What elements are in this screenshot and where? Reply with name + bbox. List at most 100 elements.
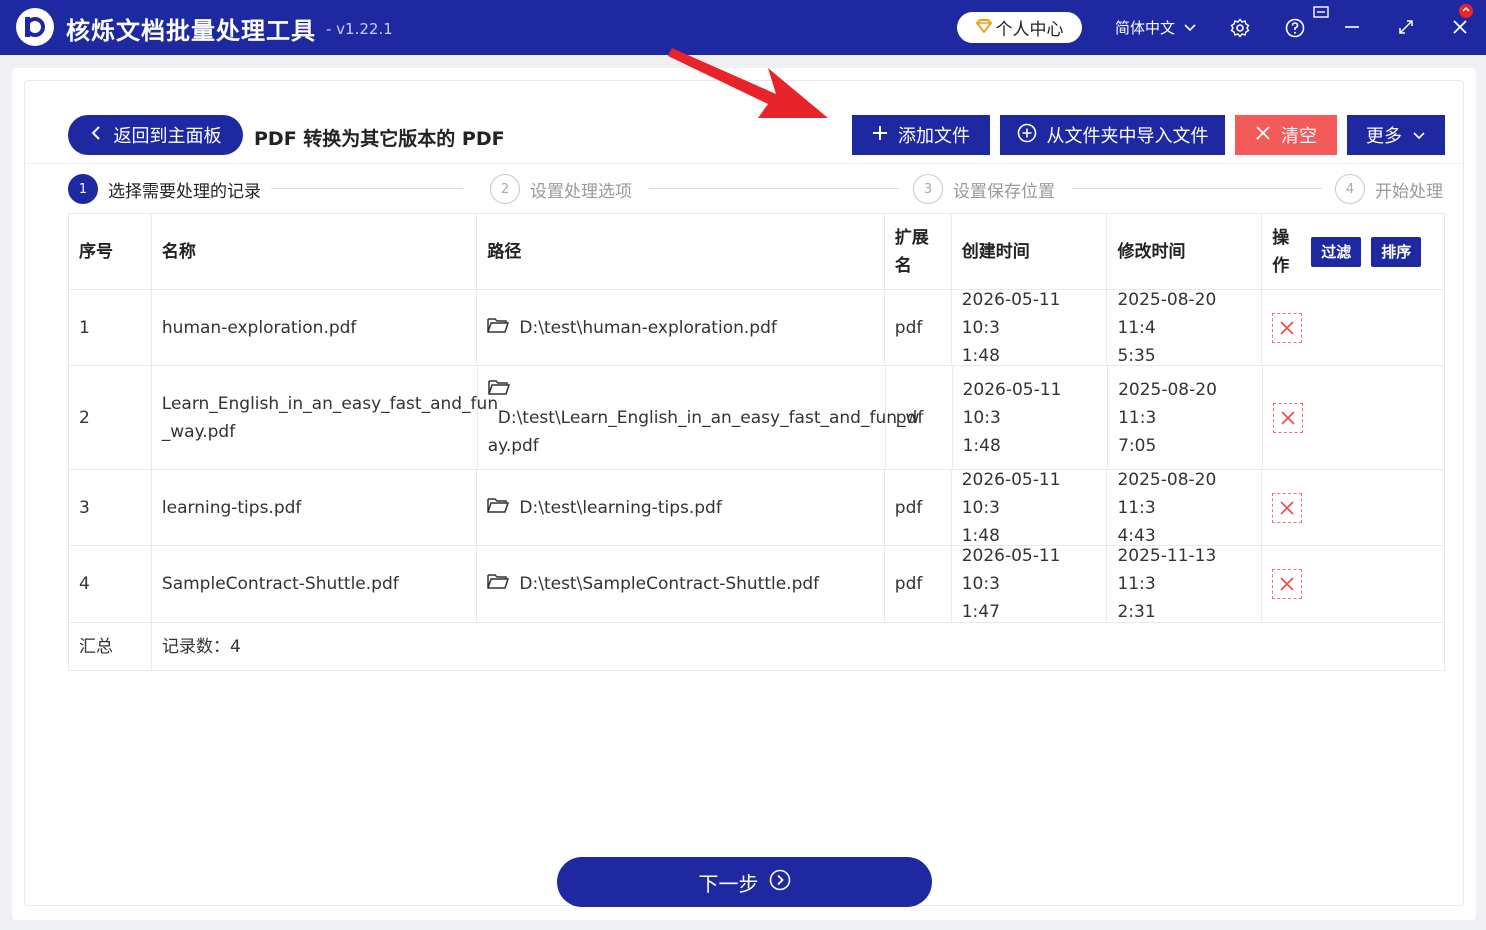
sort-button[interactable]: 排序 — [1371, 236, 1422, 267]
modified-time-line2: 7:05 — [1118, 435, 1157, 456]
message-icon[interactable] — [1313, 6, 1329, 20]
notification-badge — [1458, 3, 1474, 19]
row-name-line1: Learn_English_in_an_easy_fast_and_fun — [161, 393, 499, 414]
chevron-down-icon — [1412, 125, 1426, 146]
step-connector — [271, 188, 463, 189]
row-index: 4 — [69, 546, 152, 622]
arrow-circle-right-icon — [769, 869, 791, 896]
summary-count: 记录数：4 — [162, 636, 241, 657]
help-icon[interactable] — [1285, 18, 1305, 38]
row-path-text: D:\test\human-exploration.pdf — [519, 317, 777, 338]
header-operation: 操 作 过滤 排序 — [1262, 214, 1444, 289]
folder-icon[interactable] — [487, 494, 510, 522]
row-path-line2: ay.pdf — [487, 435, 539, 456]
add-file-label: 添加文件 — [898, 126, 970, 147]
row-extension: pdf — [885, 470, 952, 545]
back-to-main-button[interactable]: 返回到主面板 — [68, 115, 243, 155]
step-label: 设置处理选项 — [530, 181, 632, 202]
delete-icon[interactable] — [1272, 402, 1303, 433]
row-operation — [1262, 290, 1444, 365]
header-modified-time: 修改时间 — [1107, 214, 1263, 289]
table-row[interactable]: 4 SampleContract-Shuttle.pdf D:\test\Sam… — [69, 546, 1444, 623]
folder-icon[interactable] — [487, 314, 510, 342]
header-name: 名称 — [151, 214, 478, 289]
add-file-button[interactable]: 添加文件 — [852, 115, 990, 155]
minimize-icon[interactable] — [1343, 18, 1361, 36]
delete-icon[interactable] — [1272, 569, 1303, 599]
gear-icon[interactable] — [1230, 18, 1250, 38]
row-created-time: 2026-05-11 10:3 1:48 — [952, 470, 1108, 546]
header-op-label: 操 作 — [1272, 224, 1289, 280]
language-label: 简体中文 — [1115, 19, 1176, 37]
folder-icon[interactable] — [488, 376, 510, 404]
row-modified-time: 2025-08-20 11:4 5:35 — [1107, 290, 1263, 366]
back-label: 返回到主面板 — [113, 126, 222, 147]
next-step-button[interactable]: 下一步 — [557, 857, 932, 907]
row-modified-time: 2025-11-13 11:3 2:31 — [1107, 546, 1263, 622]
delete-icon[interactable] — [1272, 312, 1303, 343]
page-title: PDF 转换为其它版本的 PDF — [254, 128, 505, 150]
import-folder-button[interactable]: 从文件夹中导入文件 — [1000, 115, 1225, 155]
step-2: 2 设置处理选项 — [490, 174, 632, 204]
more-label: 更多 — [1366, 126, 1402, 147]
header-extension: 扩展 名 — [884, 214, 952, 289]
file-table: 序号 名称 路径 扩展 名 创建时间 修改时间 操 作 过滤 排序 1 huma… — [68, 213, 1445, 671]
step-label: 开始处理 — [1375, 181, 1443, 202]
delete-icon[interactable] — [1272, 492, 1303, 523]
plus-circle-icon — [1017, 123, 1037, 148]
table-row[interactable]: 1 human-exploration.pdf D:\test\human-ex… — [69, 290, 1444, 366]
row-index: 3 — [69, 470, 152, 545]
row-operation — [1263, 366, 1444, 469]
table-row[interactable]: 3 learning-tips.pdf D:\test\learning-tip… — [69, 470, 1444, 546]
next-step-label: 下一步 — [698, 871, 759, 896]
row-path-text: D:\test\learning-tips.pdf — [519, 497, 722, 518]
app-title: 核烁文档批量处理工具 — [66, 17, 316, 45]
step-number: 1 — [68, 174, 98, 204]
maximize-icon[interactable] — [1397, 18, 1415, 36]
user-center-label: 个人中心 — [995, 20, 1064, 40]
toolbar-divider — [25, 163, 1465, 164]
user-center-button[interactable]: 个人中心 — [957, 12, 1082, 43]
folder-icon[interactable] — [487, 570, 510, 598]
step-connector — [1072, 188, 1322, 189]
row-path: D:\test\human-exploration.pdf — [477, 290, 885, 365]
app-logo — [16, 8, 54, 46]
header-created-time: 创建时间 — [951, 214, 1108, 289]
row-operation — [1262, 546, 1444, 622]
diamond-icon — [975, 18, 992, 37]
row-modified-time: 2025-08-20 11:3 7:05 — [1108, 366, 1263, 469]
row-name-line2: _way.pdf — [161, 421, 236, 442]
plus-icon — [872, 125, 888, 146]
row-path: D:\test\Learn_English_in_an_easy_fast_an… — [478, 366, 919, 469]
row-path-text: D:\test\SampleContract-Shuttle.pdf — [519, 574, 820, 594]
main-panel: 返回到主面板 PDF 转换为其它版本的 PDF 添加文件 从文件夹中导入文件 清… — [12, 68, 1476, 920]
step-1: 1 选择需要处理的记录 — [68, 174, 261, 204]
more-button[interactable]: 更多 — [1347, 115, 1445, 155]
row-index: 1 — [69, 290, 152, 365]
header-ext-line1: 扩展 — [894, 227, 929, 248]
row-extension: pdf — [885, 290, 952, 365]
app-version: - v1.22.1 — [326, 20, 393, 38]
created-time-line2: 1:47 — [961, 602, 1000, 622]
step-label: 选择需要处理的记录 — [108, 181, 261, 202]
created-time-line2: 1:48 — [962, 435, 1001, 456]
table-row[interactable]: 2 Learn_English_in_an_easy_fast_and_fun … — [69, 366, 1444, 470]
modified-time-line2: 2:31 — [1117, 602, 1156, 622]
step-3: 3 设置保存位置 — [913, 174, 1055, 204]
content-area: 返回到主面板 PDF 转换为其它版本的 PDF 添加文件 从文件夹中导入文件 清… — [24, 80, 1465, 907]
row-created-time: 2026-05-11 10:3 1:47 — [952, 546, 1108, 622]
step-connector — [649, 188, 899, 189]
row-path-line1: D:\test\Learn_English_in_an_easy_fast_an… — [497, 407, 920, 428]
header-index: 序号 — [69, 214, 152, 289]
x-icon — [1255, 125, 1271, 146]
row-extension: pdf — [885, 546, 952, 622]
row-modified-time: 2025-08-20 11:3 4:43 — [1107, 470, 1263, 546]
row-name: human-exploration.pdf — [152, 290, 478, 365]
import-folder-label: 从文件夹中导入文件 — [1046, 126, 1209, 147]
filter-button[interactable]: 过滤 — [1311, 236, 1362, 267]
modified-time-line1: 2025-08-20 11:4 — [1117, 289, 1217, 338]
row-name: SampleContract-Shuttle.pdf — [152, 546, 478, 622]
language-select[interactable]: 简体中文 — [1115, 17, 1197, 38]
clear-button[interactable]: 清空 — [1235, 115, 1337, 155]
close-icon[interactable] — [1451, 18, 1469, 36]
